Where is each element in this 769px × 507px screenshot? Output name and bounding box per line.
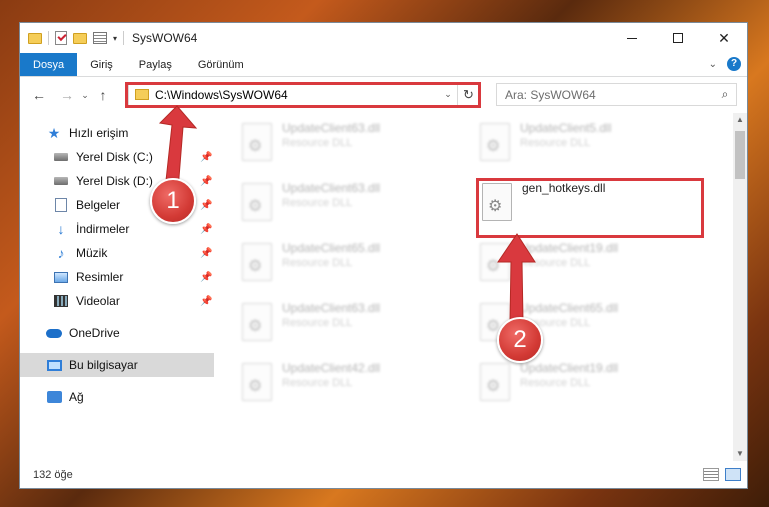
arrow-1-icon [158, 105, 198, 191]
step-1-badge: 1 [150, 178, 196, 224]
step-2-badge: 2 [497, 317, 543, 363]
arrow-2-icon [497, 233, 536, 323]
annotation-arrows [158, 105, 536, 323]
